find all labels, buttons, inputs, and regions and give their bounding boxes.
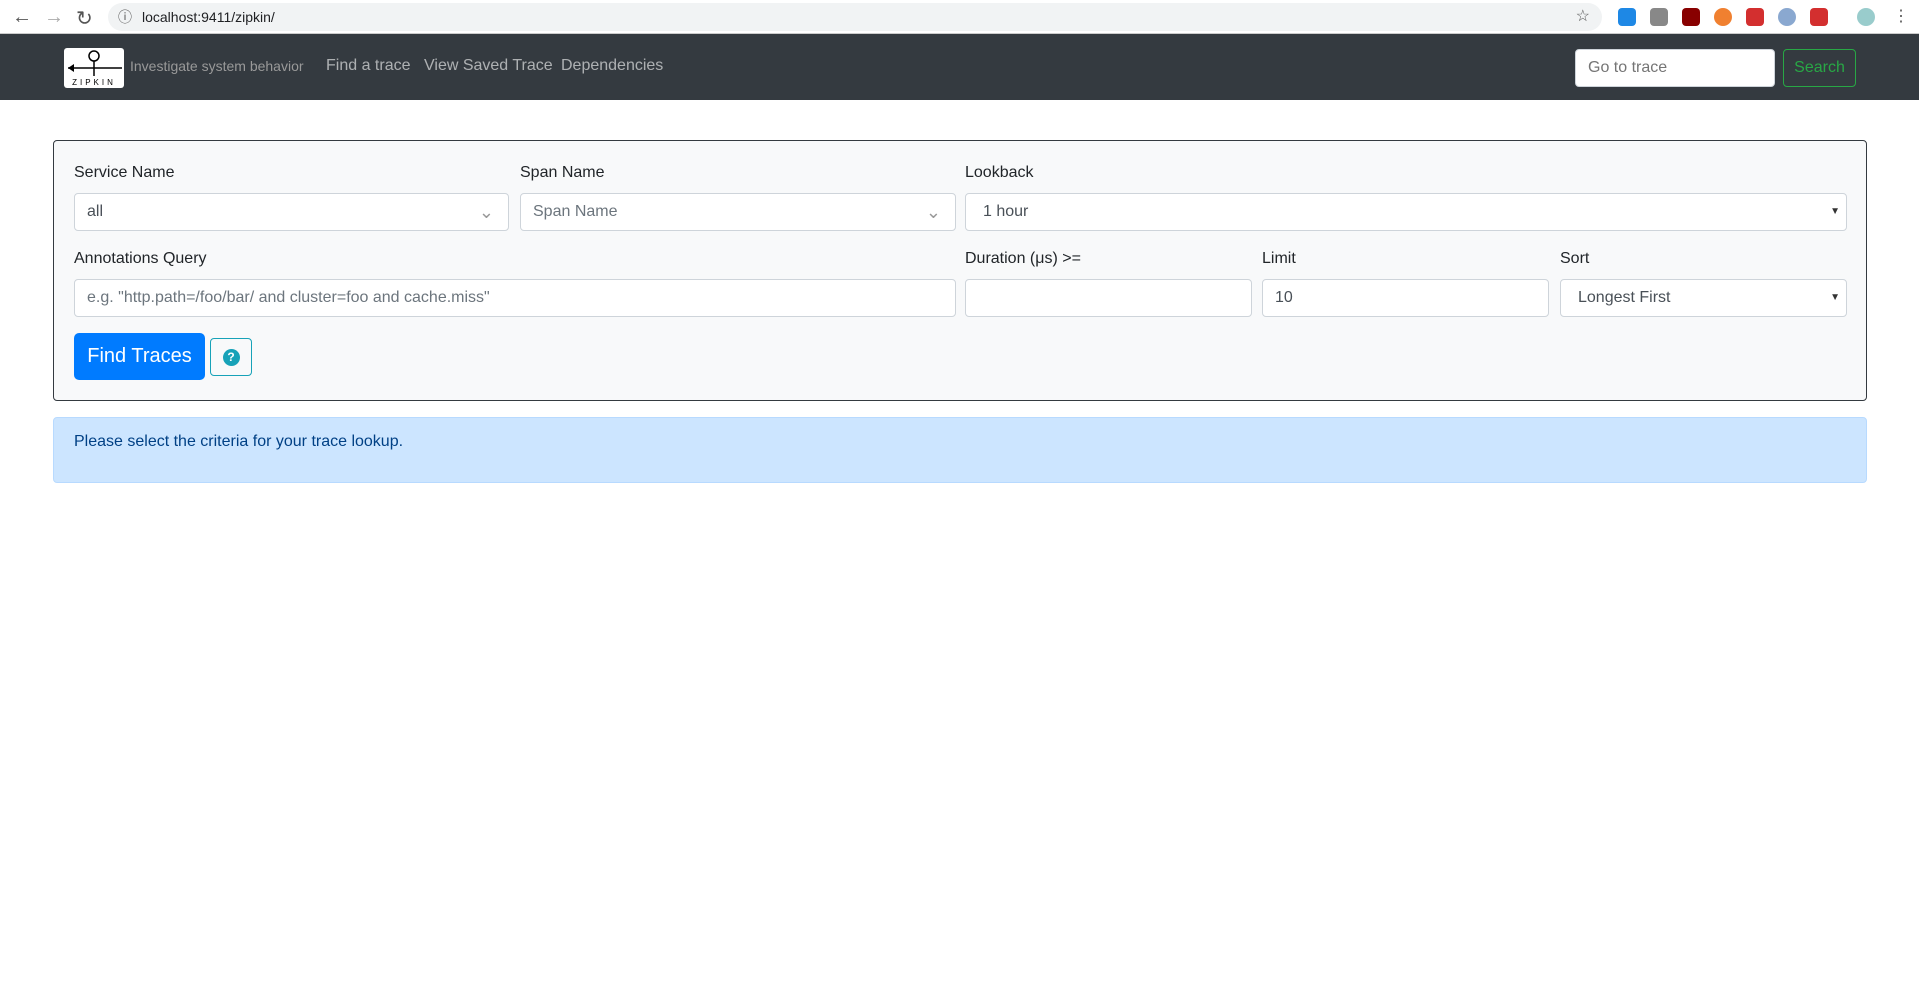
search-button[interactable]: Search: [1783, 49, 1856, 87]
browser-toolbar: ← → ↻ ⓘ localhost:9411/zipkin/ ☆ ⋮: [0, 0, 1919, 34]
logo-text: ZIPKIN: [72, 78, 116, 87]
sort-value: Longest First: [1578, 289, 1671, 306]
annotations-query-input[interactable]: e.g. "http.path=/foo/bar/ and cluster=fo…: [74, 279, 956, 317]
annotations-query-label: Annotations Query: [74, 250, 207, 267]
chevron-down-icon: ⌄: [478, 202, 494, 222]
alert-message: Please select the criteria for your trac…: [74, 433, 404, 450]
navbar: ZIPKIN Investigate system behavior Find …: [0, 34, 1919, 100]
reload-icon[interactable]: ↻: [76, 6, 93, 31]
find-traces-button[interactable]: Find Traces: [74, 333, 205, 380]
menu-kebab-icon[interactable]: ⋮: [1893, 6, 1909, 26]
extension-icon[interactable]: [1618, 8, 1636, 26]
extension-icon[interactable]: [1810, 8, 1828, 26]
duration-input[interactable]: [965, 279, 1252, 317]
span-name-placeholder: Span Name: [533, 203, 618, 220]
sort-label: Sort: [1560, 250, 1590, 267]
chevron-down-icon: ⌄: [925, 202, 941, 222]
info-icon[interactable]: ⓘ: [118, 3, 132, 31]
back-icon[interactable]: ←: [12, 6, 32, 29]
lookback-value: 1 hour: [983, 203, 1029, 220]
extension-icon[interactable]: [1746, 8, 1764, 26]
lookback-label: Lookback: [965, 164, 1034, 181]
question-circle-icon: ?: [222, 348, 240, 366]
service-name-select[interactable]: all ⌄: [74, 193, 509, 231]
address-bar[interactable]: ⓘ localhost:9411/zipkin/ ☆: [108, 3, 1602, 31]
caret-down-icon: ▼: [1830, 206, 1840, 217]
nav-dependencies[interactable]: Dependencies: [561, 57, 663, 75]
lookback-select[interactable]: 1 hour ▼: [965, 193, 1847, 231]
info-alert: Please select the criteria for your trac…: [53, 417, 1867, 483]
nav-find-a-trace[interactable]: Find a trace: [326, 57, 410, 75]
ublock-icon[interactable]: [1682, 8, 1700, 26]
service-name-value: all: [87, 203, 104, 220]
extension-icon[interactable]: [1778, 8, 1796, 26]
limit-input[interactable]: 10: [1262, 279, 1549, 317]
nav-view-saved-trace[interactable]: View Saved Trace: [424, 57, 553, 75]
go-to-trace-input[interactable]: [1575, 49, 1775, 87]
search-form: Service Name all ⌄ Span Name Span Name ⌄ L…: [53, 140, 1867, 401]
zipkin-logo[interactable]: ZIPKIN: [64, 48, 124, 88]
duration-label: Duration (μs) >=: [965, 250, 1081, 267]
span-name-select[interactable]: Span Name ⌄: [520, 193, 956, 231]
help-button[interactable]: ?: [210, 338, 252, 376]
caret-down-icon: ▼: [1830, 292, 1840, 303]
bookmark-star-icon[interactable]: ☆: [1576, 3, 1590, 31]
tagline: Investigate system behavior: [130, 58, 304, 74]
profile-avatar-icon[interactable]: [1857, 8, 1875, 26]
annotations-placeholder: e.g. "http.path=/foo/bar/ and cluster=fo…: [87, 289, 490, 306]
limit-value: 10: [1275, 289, 1293, 306]
span-name-label: Span Name: [520, 164, 605, 181]
extension-icon[interactable]: [1650, 8, 1668, 26]
extension-icon[interactable]: [1714, 8, 1732, 26]
sort-select[interactable]: Longest First ▼: [1560, 279, 1847, 317]
forward-icon[interactable]: →: [44, 6, 64, 29]
url-text: localhost:9411/zipkin/: [142, 9, 275, 25]
service-name-label: Service Name: [74, 164, 175, 181]
limit-label: Limit: [1262, 250, 1296, 267]
